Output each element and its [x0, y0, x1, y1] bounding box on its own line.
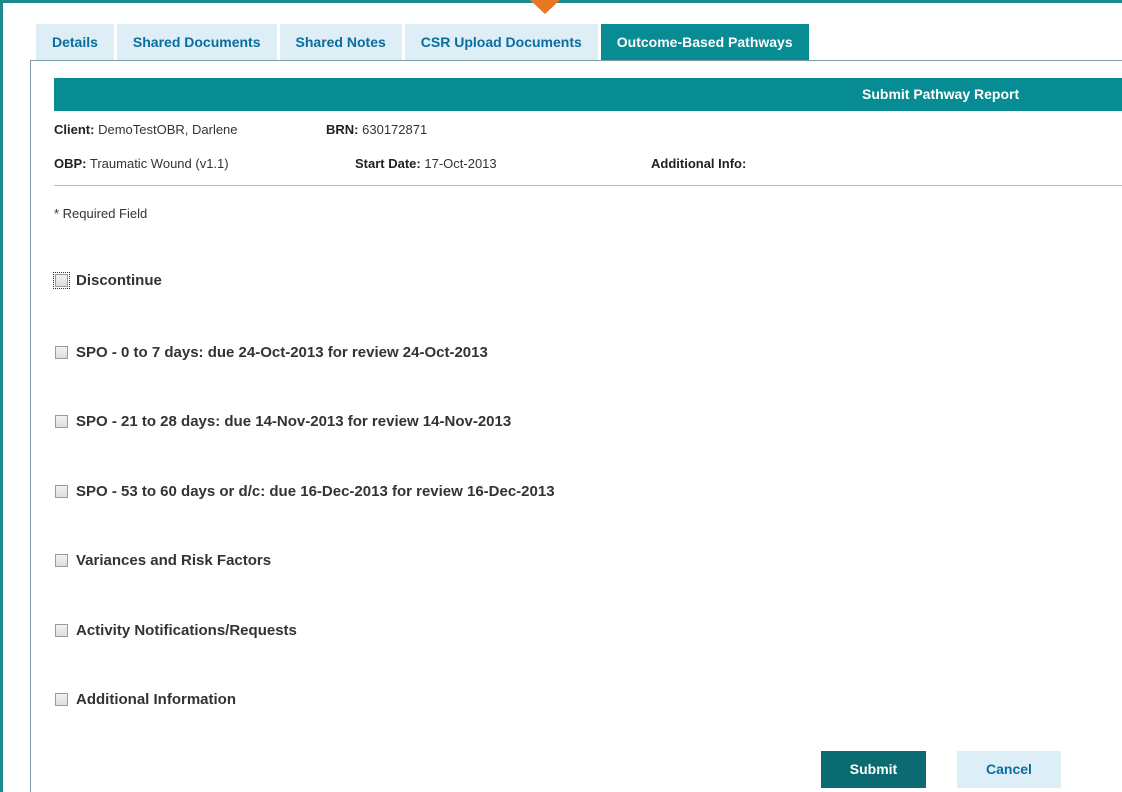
spo-53-60-checkbox[interactable] [55, 484, 68, 498]
tab-shared-documents[interactable]: Shared Documents [116, 24, 277, 60]
start-date-info: Start Date: 17-Oct-2013 [355, 156, 497, 171]
brn-label: BRN: [326, 122, 359, 137]
brn-info: BRN: 630172871 [326, 122, 427, 137]
panel-header: Submit Pathway Report [54, 78, 1122, 111]
checkbox-label: Activity Notifications/Requests [76, 621, 297, 639]
spo-53-60-option[interactable]: SPO - 53 to 60 days or d/c: due 16-Dec-2… [55, 481, 555, 501]
tab-bar: Details Shared Documents Shared Notes CS… [36, 24, 812, 60]
spo-21-28-checkbox[interactable] [55, 414, 68, 428]
checkbox-label: Discontinue [76, 271, 162, 289]
variances-risk-factors-checkbox[interactable] [55, 553, 68, 567]
brn-value: 630172871 [362, 122, 428, 137]
additional-info-label: Additional Info: [651, 156, 747, 171]
obp-info: OBP: Traumatic Wound (v1.1) [54, 156, 229, 171]
spo-0-7-option[interactable]: SPO - 0 to 7 days: due 24-Oct-2013 for r… [55, 342, 488, 362]
client-value: DemoTestOBR, Darlene [98, 122, 238, 137]
checkbox-label: SPO - 53 to 60 days or d/c: due 16-Dec-2… [76, 482, 555, 500]
client-info: Client: DemoTestOBR, Darlene [54, 122, 238, 137]
additional-information-checkbox[interactable] [55, 692, 68, 706]
activity-notifications-checkbox[interactable] [55, 623, 68, 637]
drop-indicator-arrow-icon [530, 0, 560, 14]
obp-value: Traumatic Wound (v1.1) [89, 156, 229, 171]
spo-21-28-option[interactable]: SPO - 21 to 28 days: due 14-Nov-2013 for… [55, 411, 511, 431]
obp-label: OBP: [54, 156, 87, 171]
client-label: Client: [54, 122, 95, 137]
checkbox-label: SPO - 21 to 28 days: due 14-Nov-2013 for… [76, 412, 512, 430]
spo-0-7-checkbox[interactable] [55, 345, 68, 359]
additional-information-option[interactable]: Additional Information [55, 689, 236, 709]
checkbox-label: SPO - 0 to 7 days: due 24-Oct-2013 for r… [76, 343, 488, 361]
checkbox-label: Additional Information [76, 690, 236, 708]
discontinue-checkbox[interactable] [53, 271, 70, 289]
tab-shared-notes[interactable]: Shared Notes [279, 24, 402, 60]
discontinue-option[interactable]: Discontinue [53, 270, 162, 290]
tab-csr-upload-documents[interactable]: CSR Upload Documents [404, 24, 598, 60]
activity-notifications-option[interactable]: Activity Notifications/Requests [55, 620, 297, 640]
cancel-button[interactable]: Cancel [957, 751, 1061, 788]
section-divider [54, 185, 1122, 186]
start-date-value: 17-Oct-2013 [424, 156, 497, 171]
start-date-label: Start Date: [355, 156, 421, 171]
submit-button[interactable]: Submit [821, 751, 926, 788]
tab-details[interactable]: Details [36, 24, 114, 60]
variances-risk-factors-option[interactable]: Variances and Risk Factors [55, 550, 271, 570]
additional-info: Additional Info: [651, 156, 746, 171]
tab-outcome-based-pathways[interactable]: Outcome-Based Pathways [600, 24, 809, 60]
required-field-note: * Required Field [54, 206, 148, 221]
checkbox-label: Variances and Risk Factors [76, 551, 272, 569]
panel-title: Submit Pathway Report [862, 86, 1020, 102]
